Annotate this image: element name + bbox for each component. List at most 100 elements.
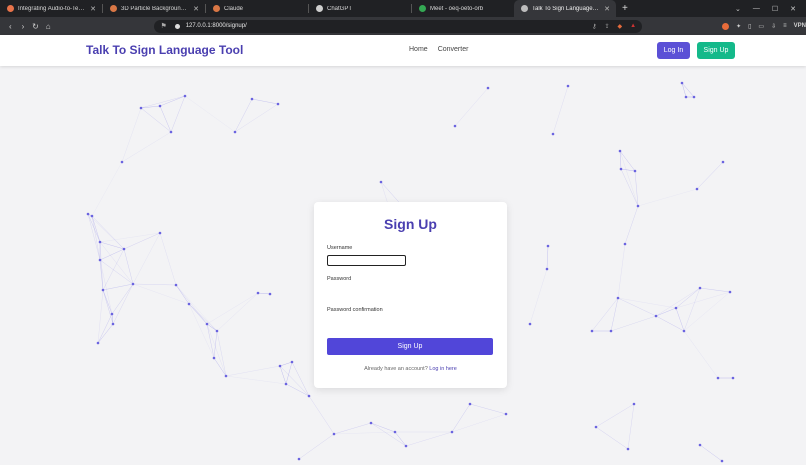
tab-favicon-icon (316, 5, 323, 12)
particle-node (609, 329, 613, 333)
browser-tab[interactable]: Claude (206, 0, 308, 17)
particle-node (619, 167, 623, 171)
particle-link (451, 403, 471, 433)
particle-node (110, 312, 114, 316)
chevron-down-icon[interactable]: ⌄ (735, 5, 741, 13)
browser-tab[interactable]: Integrating Audio-to-Text Conv ✕ (0, 0, 102, 17)
particle-node (682, 329, 686, 333)
particle-link (102, 248, 125, 291)
particle-node (450, 430, 454, 434)
password-confirmation-input[interactable] (327, 317, 406, 328)
home-icon[interactable]: ⌂ (42, 22, 55, 31)
tab-title: Meet - oeq-oeto-orb (430, 5, 484, 12)
particle-node (256, 291, 260, 295)
rewards-icon[interactable]: ▲ (630, 23, 636, 30)
particle-link (99, 241, 134, 285)
particle-node (684, 95, 688, 99)
close-icon[interactable]: ✕ (193, 5, 199, 13)
particle-link (451, 413, 507, 433)
key-icon[interactable]: ⚷ (592, 23, 596, 30)
particle-node (268, 292, 272, 296)
password-input[interactable] (327, 286, 406, 297)
particle-link (216, 292, 259, 332)
particle-node (486, 86, 490, 90)
share-icon[interactable]: ⇪ (604, 23, 609, 30)
login-button[interactable]: Log In (657, 42, 690, 59)
browser-tab-active[interactable]: Talk To Sign Language Tool ✕ (514, 0, 616, 17)
particle-node (698, 443, 702, 447)
tab-title: Claude (224, 5, 244, 12)
minimize-icon[interactable]: — (753, 5, 760, 12)
url-text[interactable]: 127.0.0.1:8000/signup/ (186, 23, 247, 29)
browser-tab[interactable]: 3D Particle Background Effect - Cla ✕ (103, 0, 205, 17)
close-icon[interactable]: ✕ (604, 5, 610, 13)
particle-link (279, 365, 310, 397)
particle-node (131, 282, 135, 286)
browser-tab-strip: Integrating Audio-to-Text Conv ✕ 3D Part… (0, 0, 806, 17)
signup-button[interactable]: Sign Up (697, 42, 735, 59)
downloads-icon[interactable]: ⇩ (771, 23, 776, 30)
particle-node (212, 356, 216, 360)
browser-tab[interactable]: Meet - oeq-oeto-orb (412, 0, 514, 17)
particle-node (278, 364, 282, 368)
tab-favicon-icon (110, 5, 117, 12)
particle-link (111, 283, 134, 315)
particle-link (123, 248, 134, 285)
vpn-button[interactable]: VPN (794, 23, 806, 29)
particle-link (675, 291, 731, 309)
window-controls: ⌄ — ☐ ✕ (735, 5, 806, 13)
particle-node (158, 231, 162, 235)
particle-node (720, 459, 724, 463)
sidebar-icon[interactable]: ▯ (748, 23, 751, 30)
particle-link (257, 292, 271, 295)
forward-icon[interactable]: › (17, 22, 30, 31)
tab-favicon-icon (213, 5, 220, 12)
particle-link (619, 150, 636, 172)
particle-link (620, 168, 636, 172)
particle-node (618, 149, 622, 153)
particle-node (626, 447, 630, 451)
particle-node (404, 444, 408, 448)
particle-link (175, 284, 218, 332)
login-link[interactable]: Log in here (429, 366, 457, 372)
signup-submit-button[interactable]: Sign Up (327, 338, 493, 355)
particle-node (379, 180, 383, 184)
particle-link (546, 245, 549, 270)
particle-node (698, 286, 702, 290)
close-icon[interactable]: ✕ (790, 5, 796, 13)
browser-tab[interactable]: ChatGPT (309, 0, 411, 17)
reload-icon[interactable]: ↻ (29, 22, 42, 31)
particle-link (591, 297, 619, 332)
particle-link (140, 95, 186, 109)
nav-link-converter[interactable]: Converter (438, 46, 469, 53)
shield-icon[interactable]: ◆ (618, 23, 623, 30)
particle-link (159, 105, 172, 133)
particle-node (215, 329, 219, 333)
close-icon[interactable]: ✕ (90, 5, 96, 13)
particle-node (158, 104, 162, 108)
site-brand[interactable]: Talk To Sign Language Tool (86, 43, 243, 57)
site-info-icon[interactable] (174, 23, 180, 29)
particle-node (636, 204, 640, 208)
nav-link-home[interactable]: Home (409, 46, 428, 53)
particle-link (112, 283, 134, 325)
extension-icon[interactable] (722, 22, 730, 30)
bookmark-icon[interactable]: ⚑ (160, 22, 166, 30)
particle-node (393, 430, 397, 434)
particle-link (132, 232, 161, 285)
wallet-icon[interactable]: ▭ (758, 23, 764, 30)
maximize-icon[interactable]: ☐ (772, 5, 778, 13)
menu-icon[interactable]: ≡ (783, 23, 787, 29)
particle-node (721, 160, 725, 164)
new-tab-button[interactable]: + (616, 3, 634, 14)
address-bar[interactable]: ⚑ 127.0.0.1:8000/signup/ ⚷ ⇪ ◆ ▲ (154, 19, 643, 33)
back-icon[interactable]: ‹ (4, 22, 17, 31)
particle-link (617, 243, 626, 299)
particle-node (623, 242, 627, 246)
particle-link (370, 422, 407, 447)
particle-node (297, 457, 301, 461)
puzzle-icon[interactable]: ✦ (736, 23, 741, 30)
particle-link (627, 403, 635, 450)
particle-link (683, 330, 719, 379)
username-input[interactable] (327, 255, 406, 266)
